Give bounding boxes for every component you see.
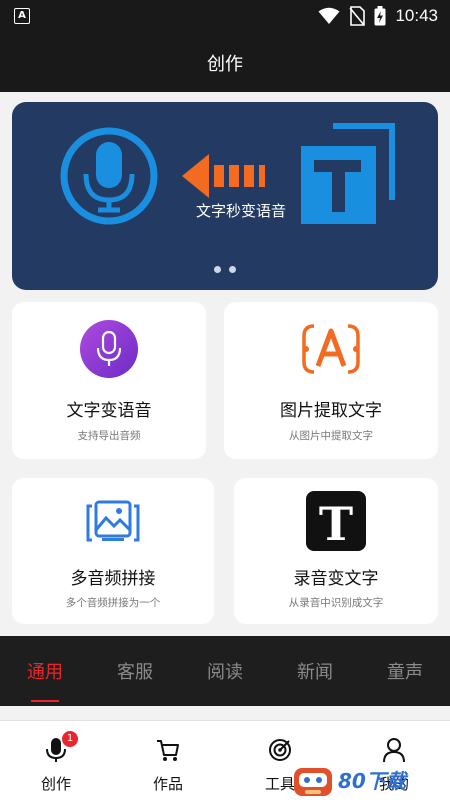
- active-tab-indicator: [31, 700, 59, 702]
- tab-news[interactable]: 新闻: [280, 658, 350, 684]
- nav-label: 作品: [152, 775, 183, 793]
- carousel-dot[interactable]: [229, 266, 236, 273]
- banner-caption: 文字秒变语音: [196, 202, 287, 220]
- card-recording-to-text[interactable]: T 录音变文字 从录音中识别成文字: [234, 478, 438, 624]
- card-subtitle: 多个音频拼接为一个: [65, 597, 161, 609]
- battery-charging-icon: [374, 6, 386, 26]
- card-title: 文字变语音: [66, 401, 152, 421]
- carousel-indicator: [12, 266, 438, 273]
- tab-general[interactable]: 通用: [10, 658, 80, 684]
- promo-banner[interactable]: 文字秒变语音: [12, 102, 438, 290]
- banner-illustration: [60, 123, 395, 225]
- image-frame-icon: [82, 492, 144, 554]
- microphone-icon: [78, 318, 140, 380]
- nav-works[interactable]: 作品: [128, 721, 208, 800]
- notification-badge: 1: [62, 731, 78, 747]
- status-icons: 10:43: [318, 4, 438, 28]
- card-title: 录音变文字: [293, 569, 379, 589]
- no-sim-icon: [349, 6, 366, 26]
- app-header: 创作: [0, 32, 450, 92]
- robot-mascot-icon: [294, 768, 332, 796]
- carousel-dot[interactable]: [214, 266, 221, 273]
- svg-text:T: T: [319, 497, 353, 551]
- watermark: 80下载: [290, 760, 450, 800]
- page-title: 创作: [207, 54, 243, 75]
- card-subtitle: 从录音中识别成文字: [288, 597, 384, 609]
- text-scan-icon: [300, 318, 362, 380]
- watermark-text: 80下载: [338, 769, 406, 793]
- tab-reading[interactable]: 阅读: [190, 658, 260, 684]
- wifi-icon: [318, 7, 340, 24]
- card-title: 多音频拼接: [70, 569, 156, 589]
- card-image-to-text[interactable]: 图片提取文字 从图片中提取文字: [224, 302, 438, 459]
- tab-child-voice[interactable]: 童声: [370, 658, 440, 684]
- card-subtitle: 支持导出音频: [77, 430, 141, 442]
- voice-category-tabs: 通用 客服 阅读 新闻 童声: [0, 636, 450, 706]
- tab-customer-service[interactable]: 客服: [100, 658, 170, 684]
- letter-t-icon: T: [305, 490, 367, 552]
- card-title: 图片提取文字: [280, 401, 382, 421]
- status-time: 10:43: [395, 6, 438, 25]
- status-bar: A 10:43: [0, 0, 450, 32]
- nav-label: 创作: [40, 775, 71, 793]
- card-audio-merge[interactable]: 多音频拼接 多个音频拼接为一个: [12, 478, 214, 624]
- card-text-to-speech[interactable]: 文字变语音 支持导出音频: [12, 302, 206, 459]
- nav-create[interactable]: 1 创作: [16, 721, 96, 800]
- app-notification-icon: A: [14, 8, 30, 24]
- cart-icon: [157, 740, 179, 761]
- card-subtitle: 从图片中提取文字: [289, 430, 373, 442]
- target-icon: [269, 739, 291, 761]
